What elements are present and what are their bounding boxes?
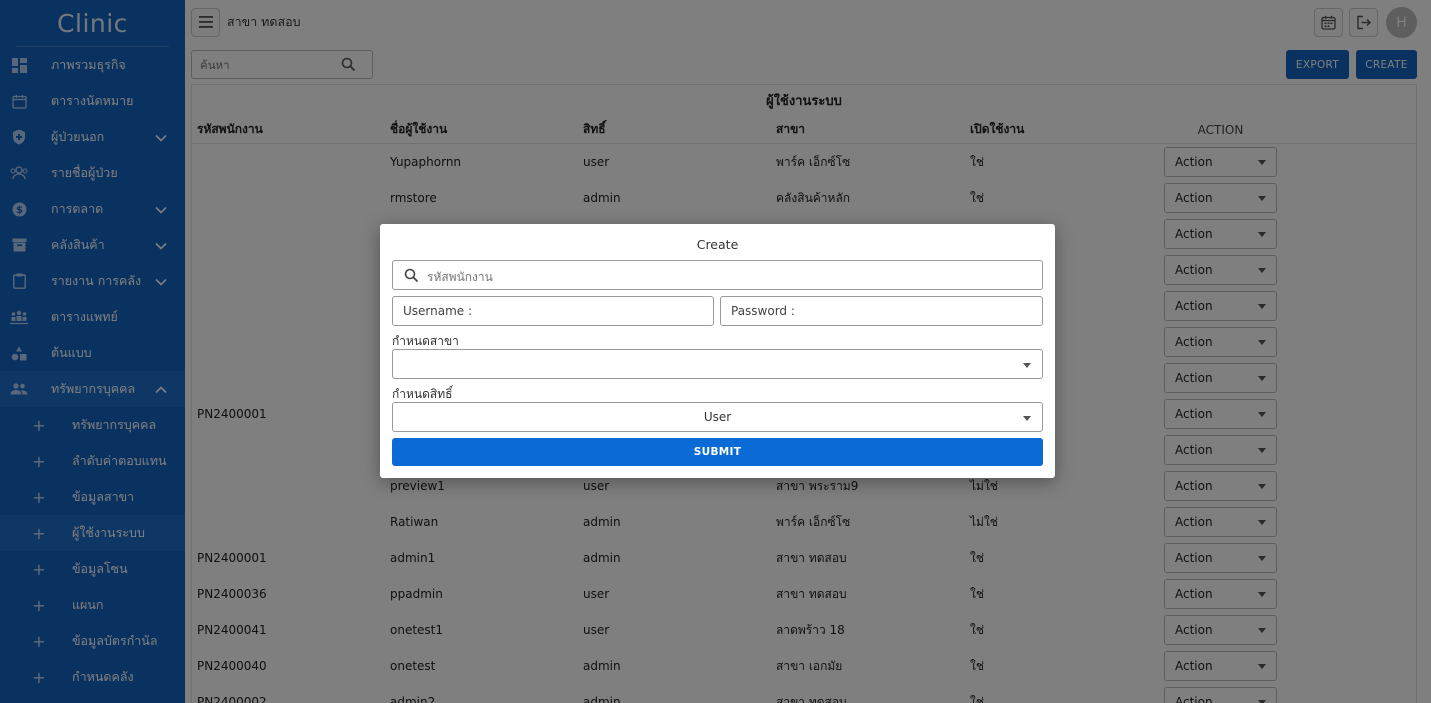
search-icon [404,268,419,283]
employee-search-placeholder: รหัสพนักงาน [427,270,493,284]
employee-search-field[interactable]: รหัสพนักงาน [392,260,1043,290]
submit-button[interactable]: SUBMIT [392,438,1043,466]
password-field[interactable]: Password : [720,296,1043,326]
role-select-value: User [703,410,732,424]
role-select[interactable]: User [392,402,1043,432]
dropdown-arrow-icon [1023,416,1031,421]
dialog-title: Create [696,237,739,252]
dropdown-arrow-icon [1023,363,1031,368]
username-placeholder: Username : [403,304,473,318]
branch-select[interactable] [392,349,1043,379]
username-field[interactable]: Username : [392,296,714,326]
password-placeholder: Password : [731,304,795,318]
create-user-dialog: Create รหัสพนักงาน Username : Password :… [380,224,1055,478]
